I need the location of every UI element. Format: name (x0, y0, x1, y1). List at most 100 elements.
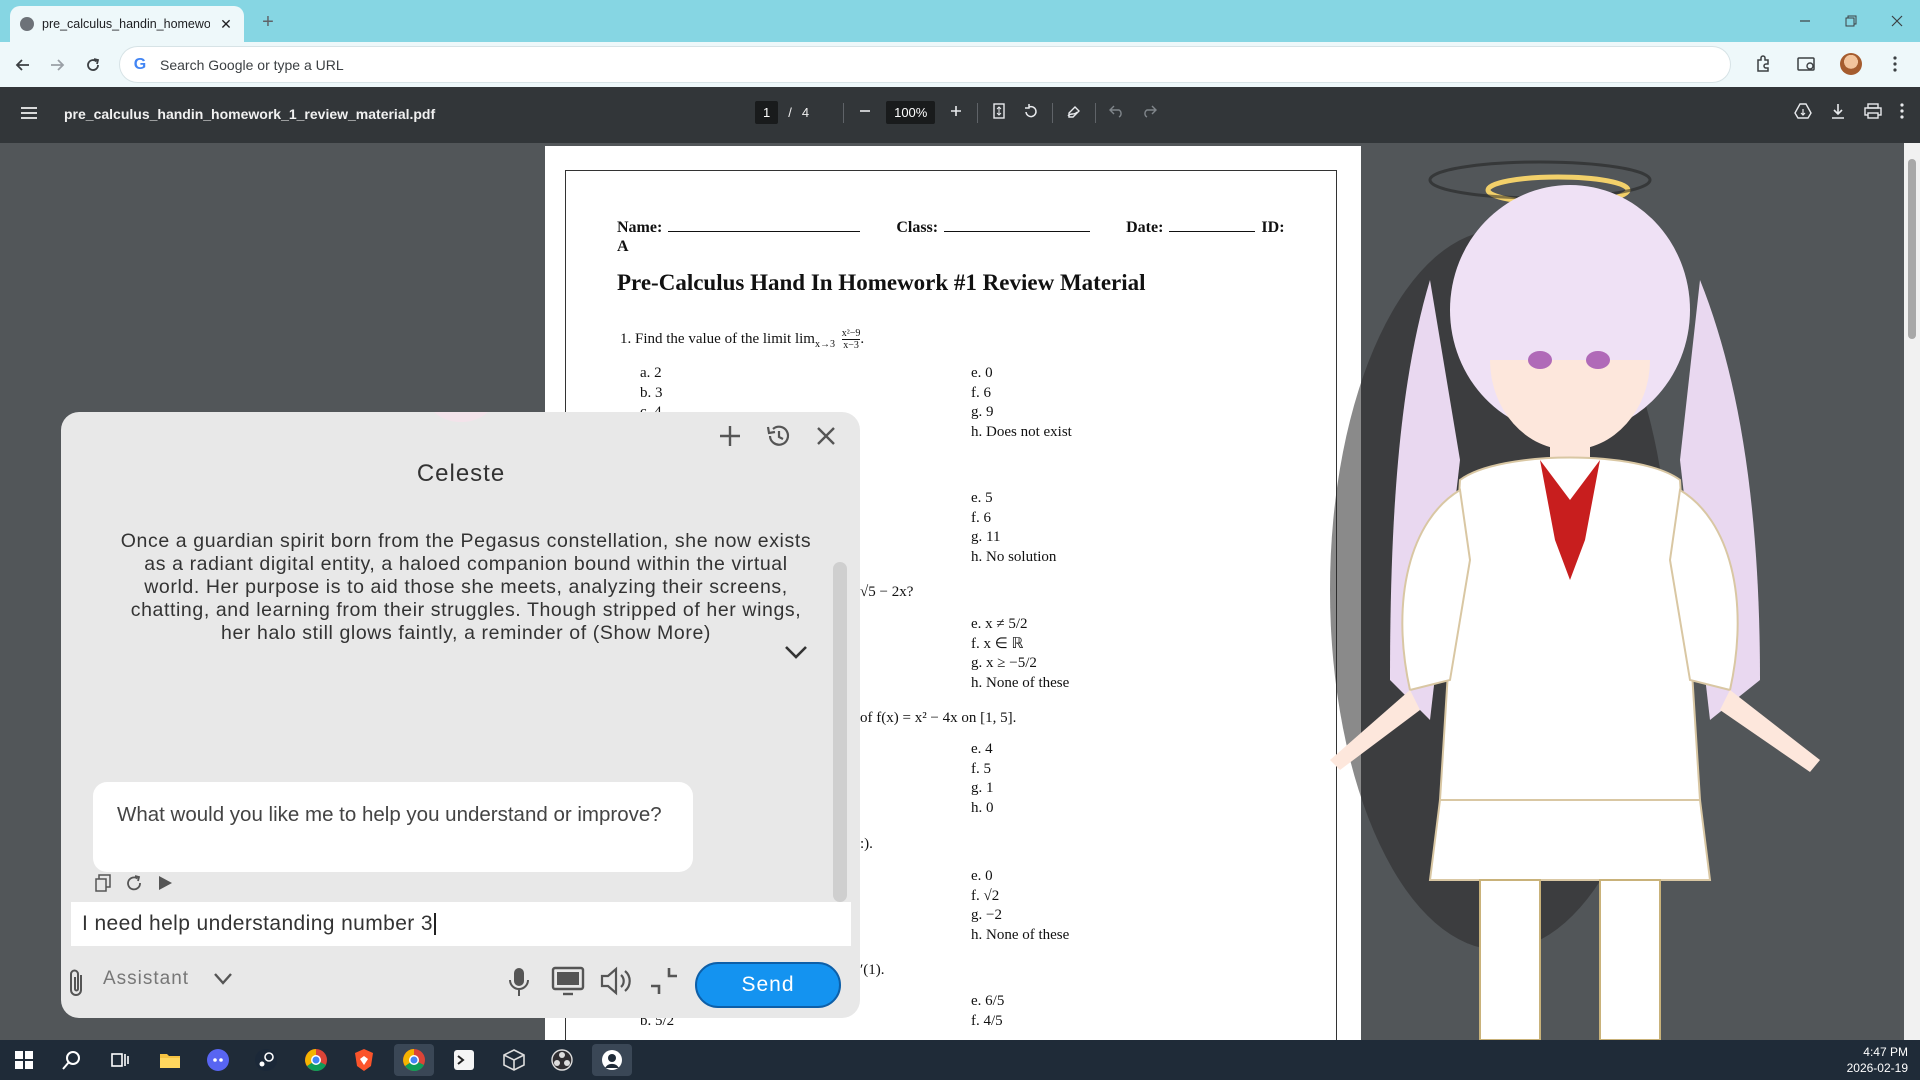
pdf-more-button[interactable] (1900, 103, 1904, 124)
tab-search-button[interactable] (1792, 49, 1822, 79)
assistant-app-icon (602, 1050, 622, 1070)
tab-close-button[interactable]: ✕ (218, 16, 234, 33)
reload-button[interactable] (78, 50, 108, 80)
history-button[interactable] (762, 420, 794, 452)
chrome-icon (403, 1049, 425, 1071)
close-chat-button[interactable] (810, 420, 842, 452)
zoom-in-button[interactable] (945, 104, 967, 121)
annotate-button[interactable] (1063, 103, 1085, 123)
chat-header-actions (714, 420, 842, 452)
attach-icon[interactable] (67, 968, 87, 998)
zoom-out-icon (860, 110, 871, 112)
screen-share-icon[interactable] (551, 966, 585, 996)
send-button[interactable]: Send (695, 962, 841, 1008)
terminal-icon (454, 1050, 474, 1070)
date-label: Date: (1126, 219, 1164, 236)
name-blank (668, 218, 861, 232)
chevron-down-icon[interactable] (213, 972, 233, 986)
page-number-input[interactable]: 1 (755, 101, 779, 124)
clock-date: 2026-02-19 (1846, 1061, 1908, 1075)
folder-icon (160, 1054, 180, 1068)
address-placeholder: Search Google or type a URL (160, 56, 344, 73)
save-to-drive-button[interactable] (1794, 103, 1812, 124)
undo-button[interactable] (1106, 104, 1128, 122)
windows-icon (15, 1051, 33, 1069)
pdf-menu-button[interactable] (20, 103, 38, 126)
taskbar: 4:47 PM 2026-02-19 (0, 1040, 1920, 1080)
print-button[interactable] (1864, 103, 1882, 124)
speaker-icon[interactable] (599, 966, 635, 996)
message-input[interactable]: I need help understanding number 3 (71, 902, 851, 946)
pdf-actions (1794, 103, 1904, 124)
download-button[interactable] (1830, 103, 1846, 124)
shrink-icon[interactable] (649, 966, 679, 996)
expand-chevron-icon[interactable] (783, 644, 809, 660)
task-view-button[interactable] (100, 1044, 140, 1076)
redo-button[interactable] (1138, 104, 1160, 122)
new-chat-button[interactable] (714, 420, 746, 452)
rotate-button[interactable] (1020, 103, 1042, 123)
browser-menu-button[interactable] (1880, 49, 1910, 79)
new-chat-icon (720, 426, 740, 446)
taskbar-app-terminal[interactable] (444, 1044, 484, 1076)
divider (1052, 102, 1054, 123)
close-icon (817, 427, 835, 445)
back-icon (15, 59, 29, 71)
play-icon[interactable] (157, 874, 173, 892)
chat-input-toolbar: Assistant Send (61, 952, 860, 1018)
system-clock[interactable]: 4:47 PM 2026-02-19 (1847, 1044, 1908, 1076)
window-controls (1782, 0, 1920, 42)
new-tab-button[interactable]: + (254, 8, 282, 36)
extensions-button[interactable] (1748, 49, 1778, 79)
class-blank (944, 218, 1091, 232)
address-bar[interactable]: G Search Google or type a URL (120, 47, 1730, 82)
toolbar-right (1748, 49, 1910, 79)
taskbar-assistant-app[interactable] (592, 1044, 632, 1076)
taskbar-chrome-active[interactable] (394, 1044, 434, 1076)
microphone-icon[interactable] (507, 966, 531, 998)
browser-tab[interactable]: pre_calculus_handin_homework_1_review_ma… (10, 6, 244, 42)
page-scrollbar[interactable] (1904, 143, 1920, 1040)
taskbar-file-explorer[interactable] (150, 1044, 190, 1076)
taskbar-steam[interactable] (246, 1044, 286, 1076)
profile-button[interactable] (1836, 49, 1866, 79)
taskbar-search[interactable] (52, 1044, 92, 1076)
restore-button[interactable] (1828, 0, 1874, 42)
zoom-input[interactable]: 100% (886, 101, 936, 124)
taskbar-brave[interactable] (344, 1044, 384, 1076)
mode-selector[interactable]: Assistant (103, 968, 189, 990)
minimize-button[interactable] (1782, 0, 1828, 42)
worksheet-header: Name: Class: Date: ID: (617, 218, 1285, 237)
redo-icon (1144, 105, 1158, 118)
forward-button[interactable] (42, 50, 72, 80)
class-label: Class: (896, 219, 939, 236)
back-button[interactable] (8, 50, 38, 80)
zoom-out-button[interactable] (854, 104, 876, 121)
copy-icon[interactable] (95, 874, 111, 892)
more-icon (1900, 103, 1904, 119)
pdf-toolbar: pre_calculus_handin_homework_1_review_ma… (0, 87, 1920, 143)
tab-strip: pre_calculus_handin_homework_1_review_ma… (0, 0, 1920, 42)
taskbar-obs[interactable] (542, 1044, 582, 1076)
clock-time: 4:47 PM (1863, 1045, 1908, 1059)
fit-page-button[interactable] (988, 102, 1010, 123)
scrollbar-thumb[interactable] (1908, 159, 1916, 339)
taskbar-discord[interactable] (198, 1044, 238, 1076)
character-description[interactable]: Once a guardian spirit born from the Peg… (116, 530, 816, 645)
question-1: 1. Find the value of the limit limx→3 x²… (620, 328, 865, 351)
forward-icon (51, 59, 65, 71)
id-value: A (617, 238, 629, 255)
reload-icon (87, 58, 100, 71)
chat-scrollbar[interactable] (833, 562, 847, 902)
question-6-fragment: ′(1). (860, 962, 885, 978)
taskbar-chrome[interactable] (296, 1044, 336, 1076)
task-view-icon (111, 1053, 129, 1067)
assistant-message: What would you like me to help you under… (93, 782, 693, 872)
taskbar-app-cube[interactable] (494, 1044, 534, 1076)
history-icon (766, 425, 790, 446)
divider (977, 102, 979, 123)
window-close-button[interactable] (1874, 0, 1920, 42)
start-button[interactable] (4, 1044, 44, 1076)
regenerate-icon[interactable] (125, 874, 143, 892)
name-label: Name: (617, 219, 663, 236)
